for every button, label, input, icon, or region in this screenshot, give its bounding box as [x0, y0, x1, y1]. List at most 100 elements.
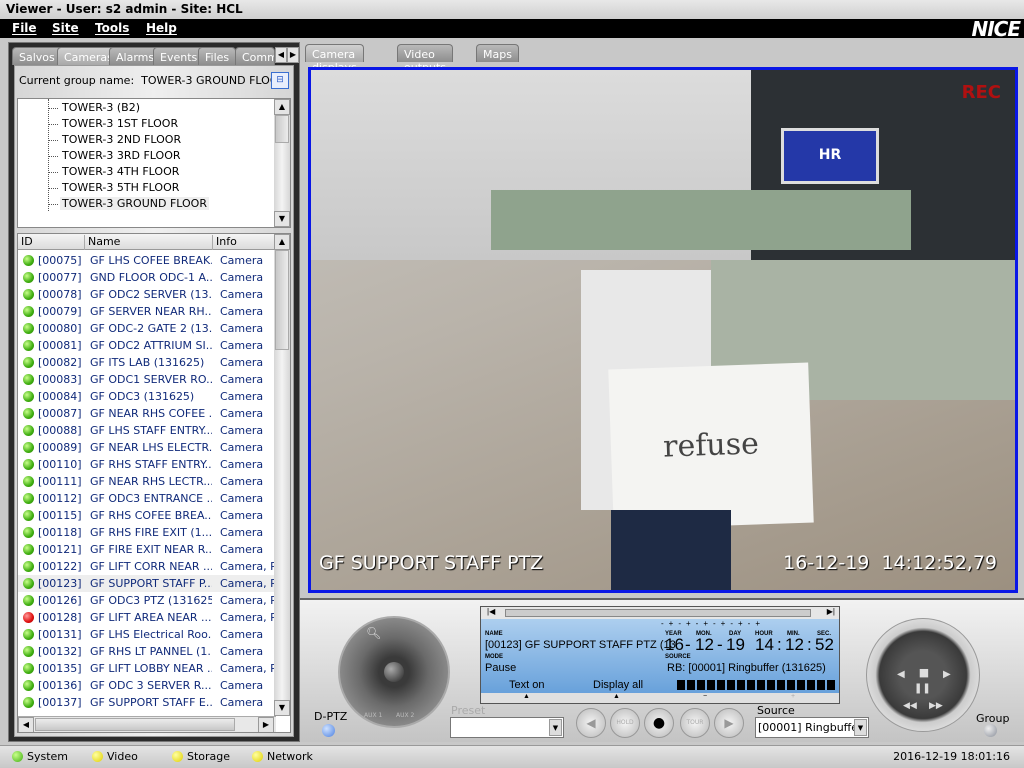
dptz-led[interactable]: [322, 724, 335, 737]
preset-select[interactable]: ▼: [450, 717, 564, 738]
timeline-bar[interactable]: |◀ ▶|: [481, 607, 839, 619]
tab-files[interactable]: Files: [198, 47, 237, 65]
skip-start-icon[interactable]: |◀: [487, 607, 495, 616]
tab-camera-displays[interactable]: Camera displays: [305, 44, 364, 74]
chevron-down-icon[interactable]: ▼: [549, 719, 562, 736]
tree-scrollbar[interactable]: ▲ ▼: [274, 99, 290, 227]
menu-help[interactable]: Help: [146, 21, 177, 35]
camera-id: [00126]: [38, 594, 82, 607]
scroll-thumb[interactable]: [275, 250, 289, 350]
camera-info: Camera: [220, 441, 264, 454]
timeline-slider[interactable]: [505, 609, 811, 617]
hold-button[interactable]: HOLD: [610, 708, 640, 738]
table-row[interactable]: [00080] GF ODC-2 GATE 2 (13... Camera: [18, 320, 276, 337]
table-row[interactable]: [00075] GF LHS COFEE BREAK... Camera: [18, 252, 276, 269]
scroll-left-icon[interactable]: ◀: [18, 717, 34, 732]
tree-item[interactable]: TOWER-3 4TH FLOOR: [47, 165, 181, 178]
source-select[interactable]: [00001] Ringbuffer ▼: [755, 717, 869, 738]
menu-tools[interactable]: Tools: [95, 21, 129, 35]
table-row[interactable]: [00132] GF RHS LT PANNEL (1... Camera: [18, 643, 276, 660]
table-row[interactable]: [00135] GF LIFT LOBBY NEAR ... Camera, PT: [18, 660, 276, 677]
tree-item[interactable]: TOWER-3 (B2): [48, 101, 142, 114]
tree-view-icon[interactable]: ⊟: [271, 72, 289, 89]
aux1-button[interactable]: AUX 1: [364, 712, 382, 719]
table-row[interactable]: [00128] GF LIFT AREA NEAR ... Camera, PT: [18, 609, 276, 626]
table-row[interactable]: [00112] GF ODC3 ENTRANCE ... Camera: [18, 490, 276, 507]
tab-scroll-right-icon[interactable]: ▶: [287, 47, 299, 63]
table-row[interactable]: [00136] GF ODC 3 SERVER R... Camera: [18, 677, 276, 694]
column-info[interactable]: Info: [212, 235, 237, 250]
table-row[interactable]: [00115] GF RHS COFEE BREA... Camera: [18, 507, 276, 524]
table-row[interactable]: [00079] GF SERVER NEAR RH... Camera: [18, 303, 276, 320]
rewind-icon[interactable]: ◀◀: [903, 701, 917, 711]
column-name[interactable]: Name: [84, 235, 120, 250]
play-icon[interactable]: ▶: [943, 669, 951, 680]
status-dot-icon: [23, 561, 34, 572]
display-all-toggle[interactable]: Display all: [593, 679, 643, 691]
table-row[interactable]: [00078] GF ODC2 SERVER (13... Camera: [18, 286, 276, 303]
tab-salvos[interactable]: Salvos: [12, 47, 62, 65]
ptz-joystick[interactable]: [384, 662, 404, 682]
tree-item[interactable]: TOWER-3 5TH FLOOR: [47, 181, 181, 194]
play-reverse-icon[interactable]: ◀: [897, 669, 905, 680]
tree-item[interactable]: TOWER-3 2ND FLOOR: [47, 133, 183, 146]
chevron-down-icon[interactable]: ▼: [854, 719, 867, 736]
skip-end-icon[interactable]: ▶|: [827, 607, 835, 616]
table-row[interactable]: [00081] GF ODC2 ATTRIUM SI... Camera: [18, 337, 276, 354]
table-row[interactable]: [00123] GF SUPPORT STAFF P... Camera, PT: [18, 575, 276, 592]
scroll-up-icon[interactable]: ▲: [274, 99, 290, 115]
table-row[interactable]: [00082] GF ITS LAB (131625) Camera: [18, 354, 276, 371]
scroll-up-icon[interactable]: ▲: [274, 234, 290, 250]
tree-item[interactable]: TOWER-3 1ST FLOOR: [47, 117, 180, 130]
hscroll-thumb[interactable]: [35, 718, 235, 731]
tree-item-selected[interactable]: TOWER-3 GROUND FLOOR: [48, 197, 209, 210]
table-row[interactable]: [00110] GF RHS STAFF ENTRY... Camera: [18, 456, 276, 473]
lcd-bottom-buttons[interactable]: ▲ ▲ − +: [481, 693, 839, 703]
scroll-down-icon[interactable]: ▼: [274, 211, 290, 227]
prev-tour-button[interactable]: ◀: [576, 708, 606, 738]
list-hscrollbar[interactable]: ◀ ▶: [18, 716, 276, 732]
tab-events[interactable]: Events: [153, 47, 205, 65]
column-id[interactable]: ID: [18, 235, 33, 250]
text-on-toggle[interactable]: Text on: [509, 679, 544, 691]
table-row[interactable]: [00137] GF SUPPORT STAFF E... Camera: [18, 694, 276, 711]
camera-name: GF SUPPORT STAFF P...: [90, 577, 212, 590]
fast-forward-icon[interactable]: ▶▶: [929, 701, 943, 711]
tab-maps[interactable]: Maps: [476, 44, 519, 62]
table-row[interactable]: [00077] GND FLOOR ODC-1 A... Camera: [18, 269, 276, 286]
menu-site[interactable]: Site: [52, 21, 79, 35]
tab-scroll-left-icon[interactable]: ◀: [275, 47, 287, 63]
zoom-in-icon[interactable]: 🔍︎: [366, 626, 381, 640]
table-row[interactable]: [00131] GF LHS Electrical Roo... Camera: [18, 626, 276, 643]
record-button[interactable]: ●: [644, 708, 674, 738]
tree-item[interactable]: TOWER-3 3RD FLOOR: [48, 149, 183, 162]
camera-display[interactable]: HR refuse REC GF SUPPORT STAFF PTZ 16-12…: [308, 67, 1018, 593]
scroll-thumb[interactable]: [275, 115, 289, 143]
tour-button[interactable]: TOUR: [680, 708, 710, 738]
tab-video-outputs[interactable]: Video outputs: [397, 44, 454, 74]
table-row[interactable]: [00087] GF NEAR RHS COFEE ... Camera: [18, 405, 276, 422]
ptz-wheel[interactable]: 🔍︎ AUX 1 AUX 2: [338, 616, 450, 728]
table-row[interactable]: [00089] GF NEAR LHS ELECTR... Camera: [18, 439, 276, 456]
table-row[interactable]: [00111] GF NEAR RHS LECTR... Camera: [18, 473, 276, 490]
list-scrollbar[interactable]: ▲ ▼: [274, 234, 290, 716]
date-adjust-buttons[interactable]: -+-+-+-+-+-+: [661, 620, 839, 629]
tab-comm[interactable]: Comm: [235, 47, 275, 65]
table-row[interactable]: [00084] GF ODC3 (131625) Camera: [18, 388, 276, 405]
scroll-down-icon[interactable]: ▼: [274, 700, 290, 716]
playback-wheel[interactable]: ■ ❚❚ ◀ ▶ ◀◀ ▶▶: [866, 618, 980, 732]
table-row[interactable]: [00118] GF RHS FIRE EXIT (1... Camera: [18, 524, 276, 541]
group-led[interactable]: [984, 724, 997, 737]
table-row[interactable]: [00083] GF ODC1 SERVER RO... Camera: [18, 371, 276, 388]
table-row[interactable]: [00121] GF FIRE EXIT NEAR R... Camera: [18, 541, 276, 558]
table-row[interactable]: [00122] GF LIFT CORR NEAR ... Camera, PT: [18, 558, 276, 575]
camera-name: GF ODC2 SERVER (13...: [90, 288, 212, 301]
next-tour-button[interactable]: ▶: [714, 708, 744, 738]
left-panel: Salvos Cameras Alarms Events Files Comm …: [8, 42, 300, 742]
pause-icon[interactable]: ❚❚: [914, 683, 931, 694]
menu-file[interactable]: File: [12, 21, 37, 35]
table-row[interactable]: [00088] GF LHS STAFF ENTRY... Camera: [18, 422, 276, 439]
table-row[interactable]: [00126] GF ODC3 PTZ (131625) Camera, PT: [18, 592, 276, 609]
scroll-right-icon[interactable]: ▶: [258, 717, 274, 732]
aux2-button[interactable]: AUX 2: [396, 712, 414, 719]
